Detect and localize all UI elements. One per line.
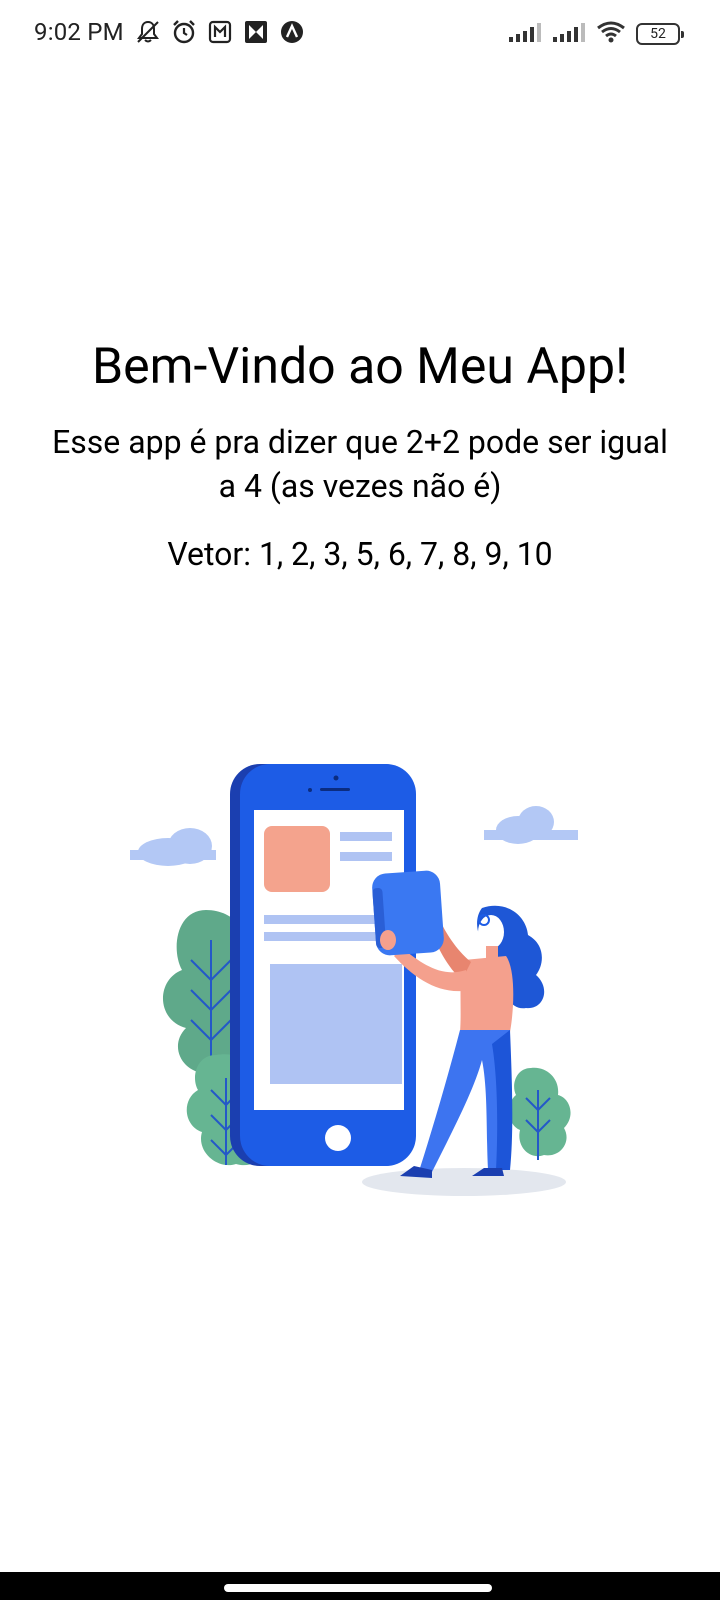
home-indicator[interactable] bbox=[224, 1584, 492, 1592]
status-right: 52 bbox=[508, 20, 684, 48]
cloud-right bbox=[484, 806, 578, 844]
vector-text: Vetor: 1, 2, 3, 5, 6, 7, 8, 9, 10 bbox=[0, 532, 720, 576]
status-left: 9:02 PM bbox=[34, 18, 306, 46]
app-notification-icon bbox=[278, 18, 306, 46]
battery-level: 52 bbox=[650, 26, 666, 42]
signal-icon bbox=[552, 21, 586, 47]
alarm-icon bbox=[170, 18, 198, 46]
app-notification-icon bbox=[242, 18, 270, 46]
woman-with-phone-illustration bbox=[126, 760, 586, 1220]
status-time: 9:02 PM bbox=[34, 18, 124, 46]
nfc-icon bbox=[206, 18, 234, 46]
ground-shadow bbox=[362, 1168, 566, 1196]
page-title: Bem-Vindo ao Meu App! bbox=[92, 338, 628, 396]
main-content: Bem-Vindo ao Meu App! Esse app é pra diz… bbox=[0, 336, 720, 576]
notifications-off-icon bbox=[134, 18, 162, 46]
navigation-bar bbox=[0, 1572, 720, 1600]
vector-label: Vetor: bbox=[167, 535, 259, 573]
subtitle: Esse app é pra dizer que 2+2 pode ser ig… bbox=[52, 423, 668, 505]
plant-right bbox=[508, 1067, 571, 1160]
status-bar: 9:02 PM 52 bbox=[0, 0, 720, 72]
vector-values: 1, 2, 3, 5, 6, 7, 8, 9, 10 bbox=[258, 535, 553, 573]
signal-icon bbox=[508, 21, 542, 47]
phone-illustration bbox=[230, 764, 416, 1166]
cloud-left bbox=[130, 828, 216, 866]
wifi-icon bbox=[596, 20, 626, 48]
battery-icon: 52 bbox=[636, 23, 684, 45]
illustration-svg bbox=[130, 764, 578, 1196]
